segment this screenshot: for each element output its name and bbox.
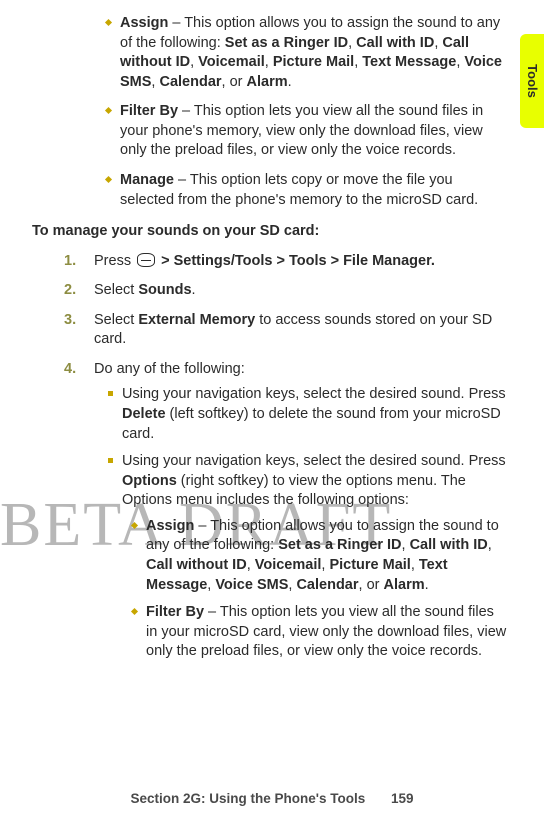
step-number: 4. bbox=[64, 360, 76, 380]
opt: Picture Mail bbox=[329, 557, 410, 573]
top-bullet-list: Assign – This option allows you to assig… bbox=[32, 14, 508, 210]
opt: Alarm bbox=[384, 577, 425, 593]
inner-assign: Assign – This option allows you to assig… bbox=[146, 517, 508, 595]
step-text: Do any of the following: bbox=[94, 361, 245, 377]
opt: Voicemail bbox=[255, 557, 322, 573]
opt: Set as a Ringer ID bbox=[225, 35, 348, 51]
footer-section: Section 2G: Using the Phone's Tools bbox=[130, 791, 365, 806]
bullet-head: Filter By bbox=[146, 604, 204, 620]
options-inner-list: Assign – This option allows you to assig… bbox=[122, 517, 508, 662]
bullet-head: Assign bbox=[146, 518, 194, 534]
step-2: 2. Select Sounds. bbox=[32, 281, 508, 301]
step-number: 3. bbox=[64, 311, 76, 331]
opt: Call without ID bbox=[146, 557, 247, 573]
step-text: Select bbox=[94, 312, 138, 328]
step-bold: Sounds bbox=[138, 282, 191, 298]
opt: Call with ID bbox=[356, 35, 434, 51]
menu-key-icon bbox=[137, 253, 155, 267]
opt: Set as a Ringer ID bbox=[278, 537, 401, 553]
sub-bold: Options bbox=[122, 473, 177, 489]
menu-path: > Settings/Tools > Tools > File Manager. bbox=[157, 253, 435, 269]
sub-delete: Using your navigation keys, select the d… bbox=[122, 385, 508, 444]
sub-bold: Delete bbox=[122, 406, 166, 422]
sub-text: Using your navigation keys, select the d… bbox=[122, 386, 506, 402]
step-number: 1. bbox=[64, 252, 76, 272]
step-number: 2. bbox=[64, 281, 76, 301]
bullet-head: Filter By bbox=[120, 103, 178, 119]
step-4: 4. Do any of the following: Using your n… bbox=[32, 360, 508, 662]
bullet-text: – This option lets copy or move the file… bbox=[120, 172, 478, 208]
section-tab: Tools bbox=[520, 34, 544, 128]
opt: Text Message bbox=[362, 54, 456, 70]
bullet-filter-by: Filter By – This option lets you view al… bbox=[120, 102, 508, 161]
sub-text: Using your navigation keys, select the d… bbox=[122, 453, 506, 469]
step-tail: . bbox=[192, 282, 196, 298]
section-intro: To manage your sounds on your SD card: bbox=[32, 222, 508, 242]
step-4-sub-list: Using your navigation keys, select the d… bbox=[94, 385, 508, 661]
page-footer: Section 2G: Using the Phone's Tools 159 bbox=[0, 790, 544, 808]
inner-filter-by: Filter By – This option lets you view al… bbox=[146, 603, 508, 662]
steps-list: 1. Press > Settings/Tools > Tools > File… bbox=[32, 252, 508, 662]
opt: Call with ID bbox=[410, 537, 488, 553]
bullet-manage: Manage – This option lets copy or move t… bbox=[120, 171, 508, 210]
bullet-head: Assign bbox=[120, 15, 168, 31]
bullet-assign: Assign – This option allows you to assig… bbox=[120, 14, 508, 92]
step-1: 1. Press > Settings/Tools > Tools > File… bbox=[32, 252, 508, 272]
sub-options: Using your navigation keys, select the d… bbox=[122, 452, 508, 662]
sub-text: (left softkey) to delete the sound from … bbox=[122, 406, 501, 442]
opt: Alarm bbox=[247, 74, 288, 90]
step-bold: External Memory bbox=[138, 312, 255, 328]
opt: Calendar bbox=[296, 577, 358, 593]
page-number: 159 bbox=[391, 791, 414, 806]
opt: Voice SMS bbox=[215, 577, 288, 593]
step-text: Press bbox=[94, 253, 135, 269]
section-tab-label: Tools bbox=[523, 64, 541, 98]
bullet-head: Manage bbox=[120, 172, 174, 188]
opt: Voicemail bbox=[198, 54, 265, 70]
step-text: Select bbox=[94, 282, 138, 298]
page: Tools BETA DRAFT Assign – This option al… bbox=[0, 0, 544, 828]
step-3: 3. Select External Memory to access soun… bbox=[32, 311, 508, 350]
content: Assign – This option allows you to assig… bbox=[32, 14, 508, 662]
opt: Calendar bbox=[159, 74, 221, 90]
opt: Picture Mail bbox=[273, 54, 354, 70]
